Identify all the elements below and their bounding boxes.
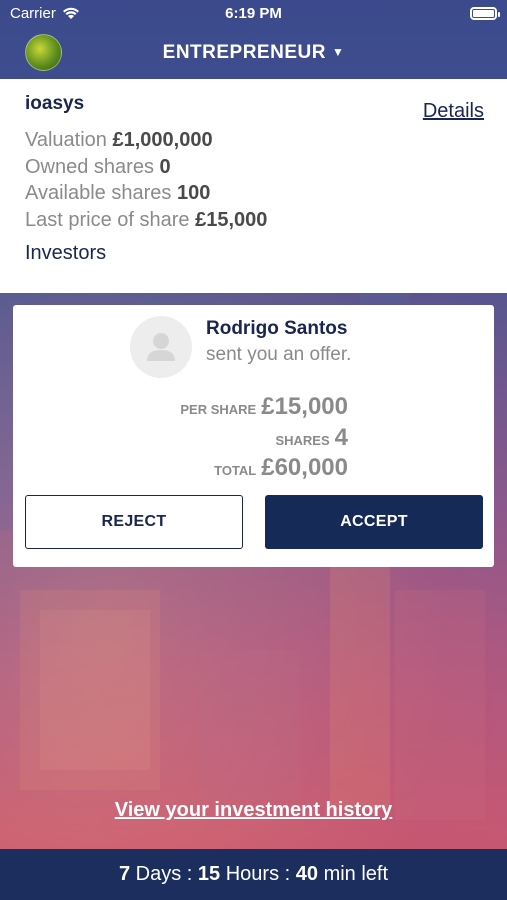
chevron-down-icon: ▼ [331,45,345,59]
investors-link[interactable]: Investors [25,242,106,265]
last-price-row: Last price of share £15,000 [25,207,267,234]
offer-card: Rodrigo Santos sent you an offer. PER SH… [13,305,494,567]
clock: 6:19 PM [225,5,282,22]
navigation-bar: ENTREPRENEUR ▼ [0,28,507,79]
valuation-label: Valuation [25,129,107,151]
hours-unit: Hours [225,863,280,885]
owned-shares-value: 0 [159,155,171,178]
minutes-unit: min left [323,863,389,885]
time-remaining-bar: 7 Days : 15 Hours : 40 min left [0,849,507,900]
shares-row: SHARES 4 [275,424,348,452]
company-name: ioasys [25,93,85,114]
offer-message: sent you an offer. [206,344,352,365]
battery-icon [470,7,500,20]
days-value: 7 [118,863,131,885]
owned-shares-label: Owned shares [25,155,154,178]
role-title: ENTREPRENEUR [162,42,326,63]
per-share-label: PER SHARE [180,402,257,417]
total-label: TOTAL [214,463,257,478]
offer-sender-name: Rodrigo Santos [206,318,348,339]
company-card: ioasys Details Valuation £1,000,000 Owne… [0,79,507,293]
shares-value: 4 [334,424,348,451]
user-placeholder-icon [147,333,175,361]
reject-button[interactable]: REJECT [25,495,243,549]
role-selector[interactable]: ENTREPRENEUR ▼ [0,42,507,64]
available-shares-row: Available shares 100 [25,180,267,207]
last-price-value: £15,000 [195,208,268,231]
total-value: £60,000 [261,454,348,481]
available-shares-value: 100 [176,182,211,204]
details-link[interactable]: Details [423,100,484,123]
status-bar: Carrier 6:19 PM [0,0,507,28]
company-stats: Valuation £1,000,000 Owned shares 0 Avai… [25,127,267,233]
total-row: TOTAL £60,000 [214,454,348,482]
accept-button[interactable]: ACCEPT [265,495,483,549]
valuation-value: £1,000,000 [112,129,213,151]
per-share-value: £15,000 [261,393,348,420]
last-price-label: Last price of share [25,208,190,231]
days-unit: Days [135,863,182,885]
shares-label: SHARES [275,433,330,448]
owned-shares-row: Owned shares 0 [25,154,267,181]
valuation-row: Valuation £1,000,000 [25,127,267,154]
hours-value: 15 [197,863,221,885]
investment-history-link[interactable]: View your investment history [0,799,507,822]
sender-avatar [130,316,192,378]
per-share-row: PER SHARE £15,000 [180,393,348,421]
available-shares-label: Available shares [25,182,172,204]
minutes-value: 40 [295,863,318,885]
